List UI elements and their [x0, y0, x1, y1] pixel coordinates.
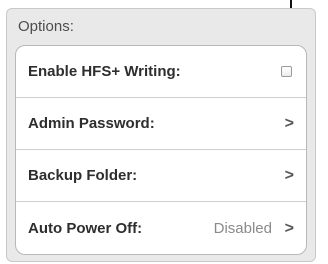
option-row-auto-power-off[interactable]: Auto Power Off: Disabled > [16, 202, 306, 254]
option-row-enable-hfs-writing[interactable]: Enable HFS+ Writing: [16, 46, 306, 98]
chevron-right-icon: > [284, 219, 294, 237]
auto-power-off-value: Disabled [213, 220, 272, 237]
chevron-right-icon: > [284, 114, 294, 132]
option-label: Backup Folder: [28, 167, 138, 184]
options-list: Enable HFS+ Writing: Admin Password: > B… [15, 45, 307, 255]
option-label: Auto Power Off: [28, 220, 143, 237]
option-row-backup-folder[interactable]: Backup Folder: > [16, 150, 306, 202]
options-panel: Options: Enable HFS+ Writing: Admin Pass… [6, 8, 316, 262]
option-label: Enable HFS+ Writing: [28, 63, 181, 80]
option-row-admin-password[interactable]: Admin Password: > [16, 98, 306, 150]
option-label: Admin Password: [28, 115, 155, 132]
chevron-right-icon: > [284, 166, 294, 184]
enable-hfs-writing-checkbox[interactable] [281, 66, 292, 77]
section-title: Options: [18, 18, 74, 35]
